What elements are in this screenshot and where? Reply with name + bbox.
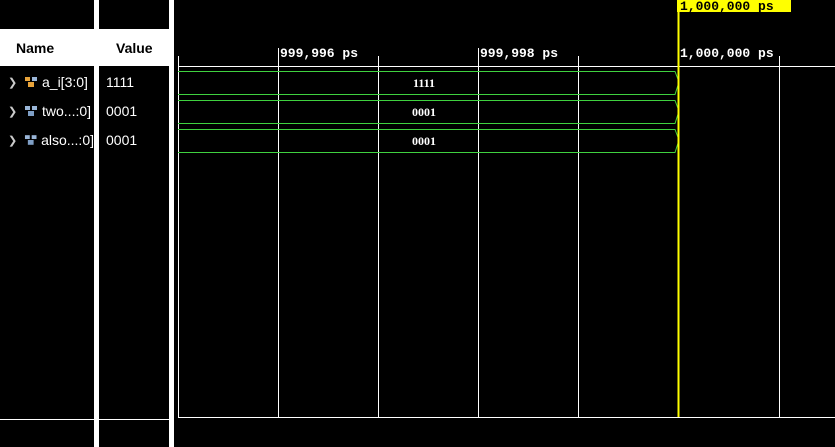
chevron-right-icon[interactable]: ❯ [8,105,18,118]
signal-value: 0001 [99,127,169,153]
panel-bottom-line [99,419,169,420]
waveform-canvas[interactable]: 999,996 ps 999,998 ps 1,000,000 ps 1111 … [174,0,835,447]
value-header-label: Value [116,39,153,56]
signal-name: a_i[3:0] [42,74,88,90]
panel-bottom-line [0,419,94,420]
bus-signal-icon [24,135,37,145]
signal-row-also[interactable]: ❯ also...:0] [0,127,94,153]
signal-row-two[interactable]: ❯ two...:0] [0,98,94,124]
bus-value-label: 0001 [412,134,436,148]
signal-name: also...:0] [41,132,94,148]
tick-label: 1,000,000 ps [680,46,774,61]
signal-row-a-i[interactable]: ❯ a_i[3:0] [0,69,94,95]
bus-signal-icon [25,106,37,116]
tick-label: 999,996 ps [280,46,358,61]
value-column-header[interactable]: Value [99,29,169,66]
chevron-right-icon[interactable]: ❯ [8,134,18,147]
values-panel [99,0,169,447]
tick-label: 999,998 ps [480,46,558,61]
names-panel [0,0,94,447]
chevron-right-icon[interactable]: ❯ [8,76,18,89]
name-header-label: Name [16,39,55,56]
bus-value-label: 0001 [412,105,436,119]
grid-lines [178,48,780,417]
signal-value-text: 1111 [106,74,135,90]
bus-value-label: 1111 [413,76,435,90]
name-column-header[interactable]: Name [0,29,94,66]
signal-name: two...:0] [42,103,92,119]
signal-value-text: 0001 [106,103,138,119]
bus-signal-icon [25,77,37,87]
signal-value: 0001 [99,98,169,124]
cursor-time-label: 1,000,000 ps [680,0,774,14]
signal-value: 1111 [99,69,169,95]
signal-value-text: 0001 [106,132,138,148]
